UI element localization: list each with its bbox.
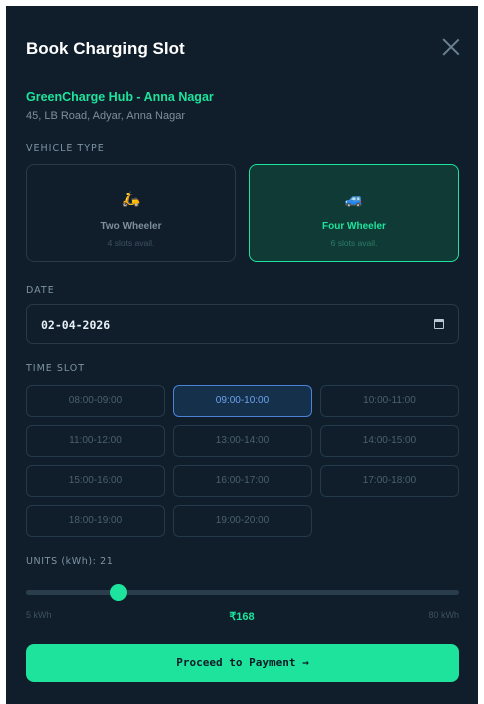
units-max-label: 80 kWh [428, 610, 459, 620]
time-slot-option[interactable]: 18:00-19:00 [26, 505, 165, 537]
vehicle-option-slots: 6 slots avail. [330, 238, 378, 248]
date-value: 02-04-2026 [41, 318, 111, 332]
time-slot-option[interactable]: 19:00-20:00 [173, 505, 312, 537]
time-slot-option[interactable]: 14:00-15:00 [320, 425, 459, 457]
time-slot-option[interactable]: 16:00-17:00 [173, 465, 312, 497]
units-slider[interactable] [26, 584, 459, 601]
time-slot-option[interactable]: 11:00-12:00 [26, 425, 165, 457]
time-slot-option[interactable]: 17:00-18:00 [320, 465, 459, 497]
vehicle-option-name: Two Wheeler [100, 221, 162, 232]
time-slot-option[interactable]: 15:00-16:00 [26, 465, 165, 497]
booking-modal: Book Charging Slot GreenCharge Hub - Ann… [6, 6, 478, 704]
station-address: 45, LB Road, Adyar, Anna Nagar [26, 110, 186, 122]
vehicle-option-two-wheeler[interactable]: 🛵 Two Wheeler 4 slots avail. [26, 164, 236, 262]
slider-thumb[interactable] [110, 584, 128, 601]
time-slot-label: TIME SLOT [26, 363, 86, 374]
price-value: ₹168 [229, 611, 255, 623]
slider-fill [26, 590, 119, 595]
proceed-to-payment-button[interactable]: Proceed to Payment → [26, 644, 459, 682]
vehicle-type-label: VEHICLE TYPE [26, 143, 105, 154]
time-slot-option[interactable]: 10:00-11:00 [320, 385, 459, 417]
scooter-icon: 🛵 [121, 191, 141, 208]
time-slot-option[interactable]: 13:00-14:00 [173, 425, 312, 457]
vehicle-option-name: Four Wheeler [322, 221, 386, 232]
station-name: GreenCharge Hub - Anna Nagar [26, 90, 214, 104]
time-slot-option-selected[interactable]: 09:00-10:00 [173, 385, 312, 417]
time-slot-option[interactable]: 08:00-09:00 [26, 385, 165, 417]
vehicle-option-four-wheeler[interactable]: 🚙 Four Wheeler 6 slots avail. [249, 164, 459, 262]
modal-title: Book Charging Slot [26, 39, 185, 58]
units-label: UNITS (kWh): 21 [26, 556, 114, 567]
car-icon: 🚙 [344, 191, 364, 208]
date-label: DATE [26, 285, 55, 296]
close-icon[interactable] [442, 38, 460, 56]
vehicle-option-slots: 4 slots avail. [107, 238, 155, 248]
calendar-icon[interactable] [434, 319, 444, 329]
date-field[interactable]: 02-04-2026 [26, 304, 459, 344]
